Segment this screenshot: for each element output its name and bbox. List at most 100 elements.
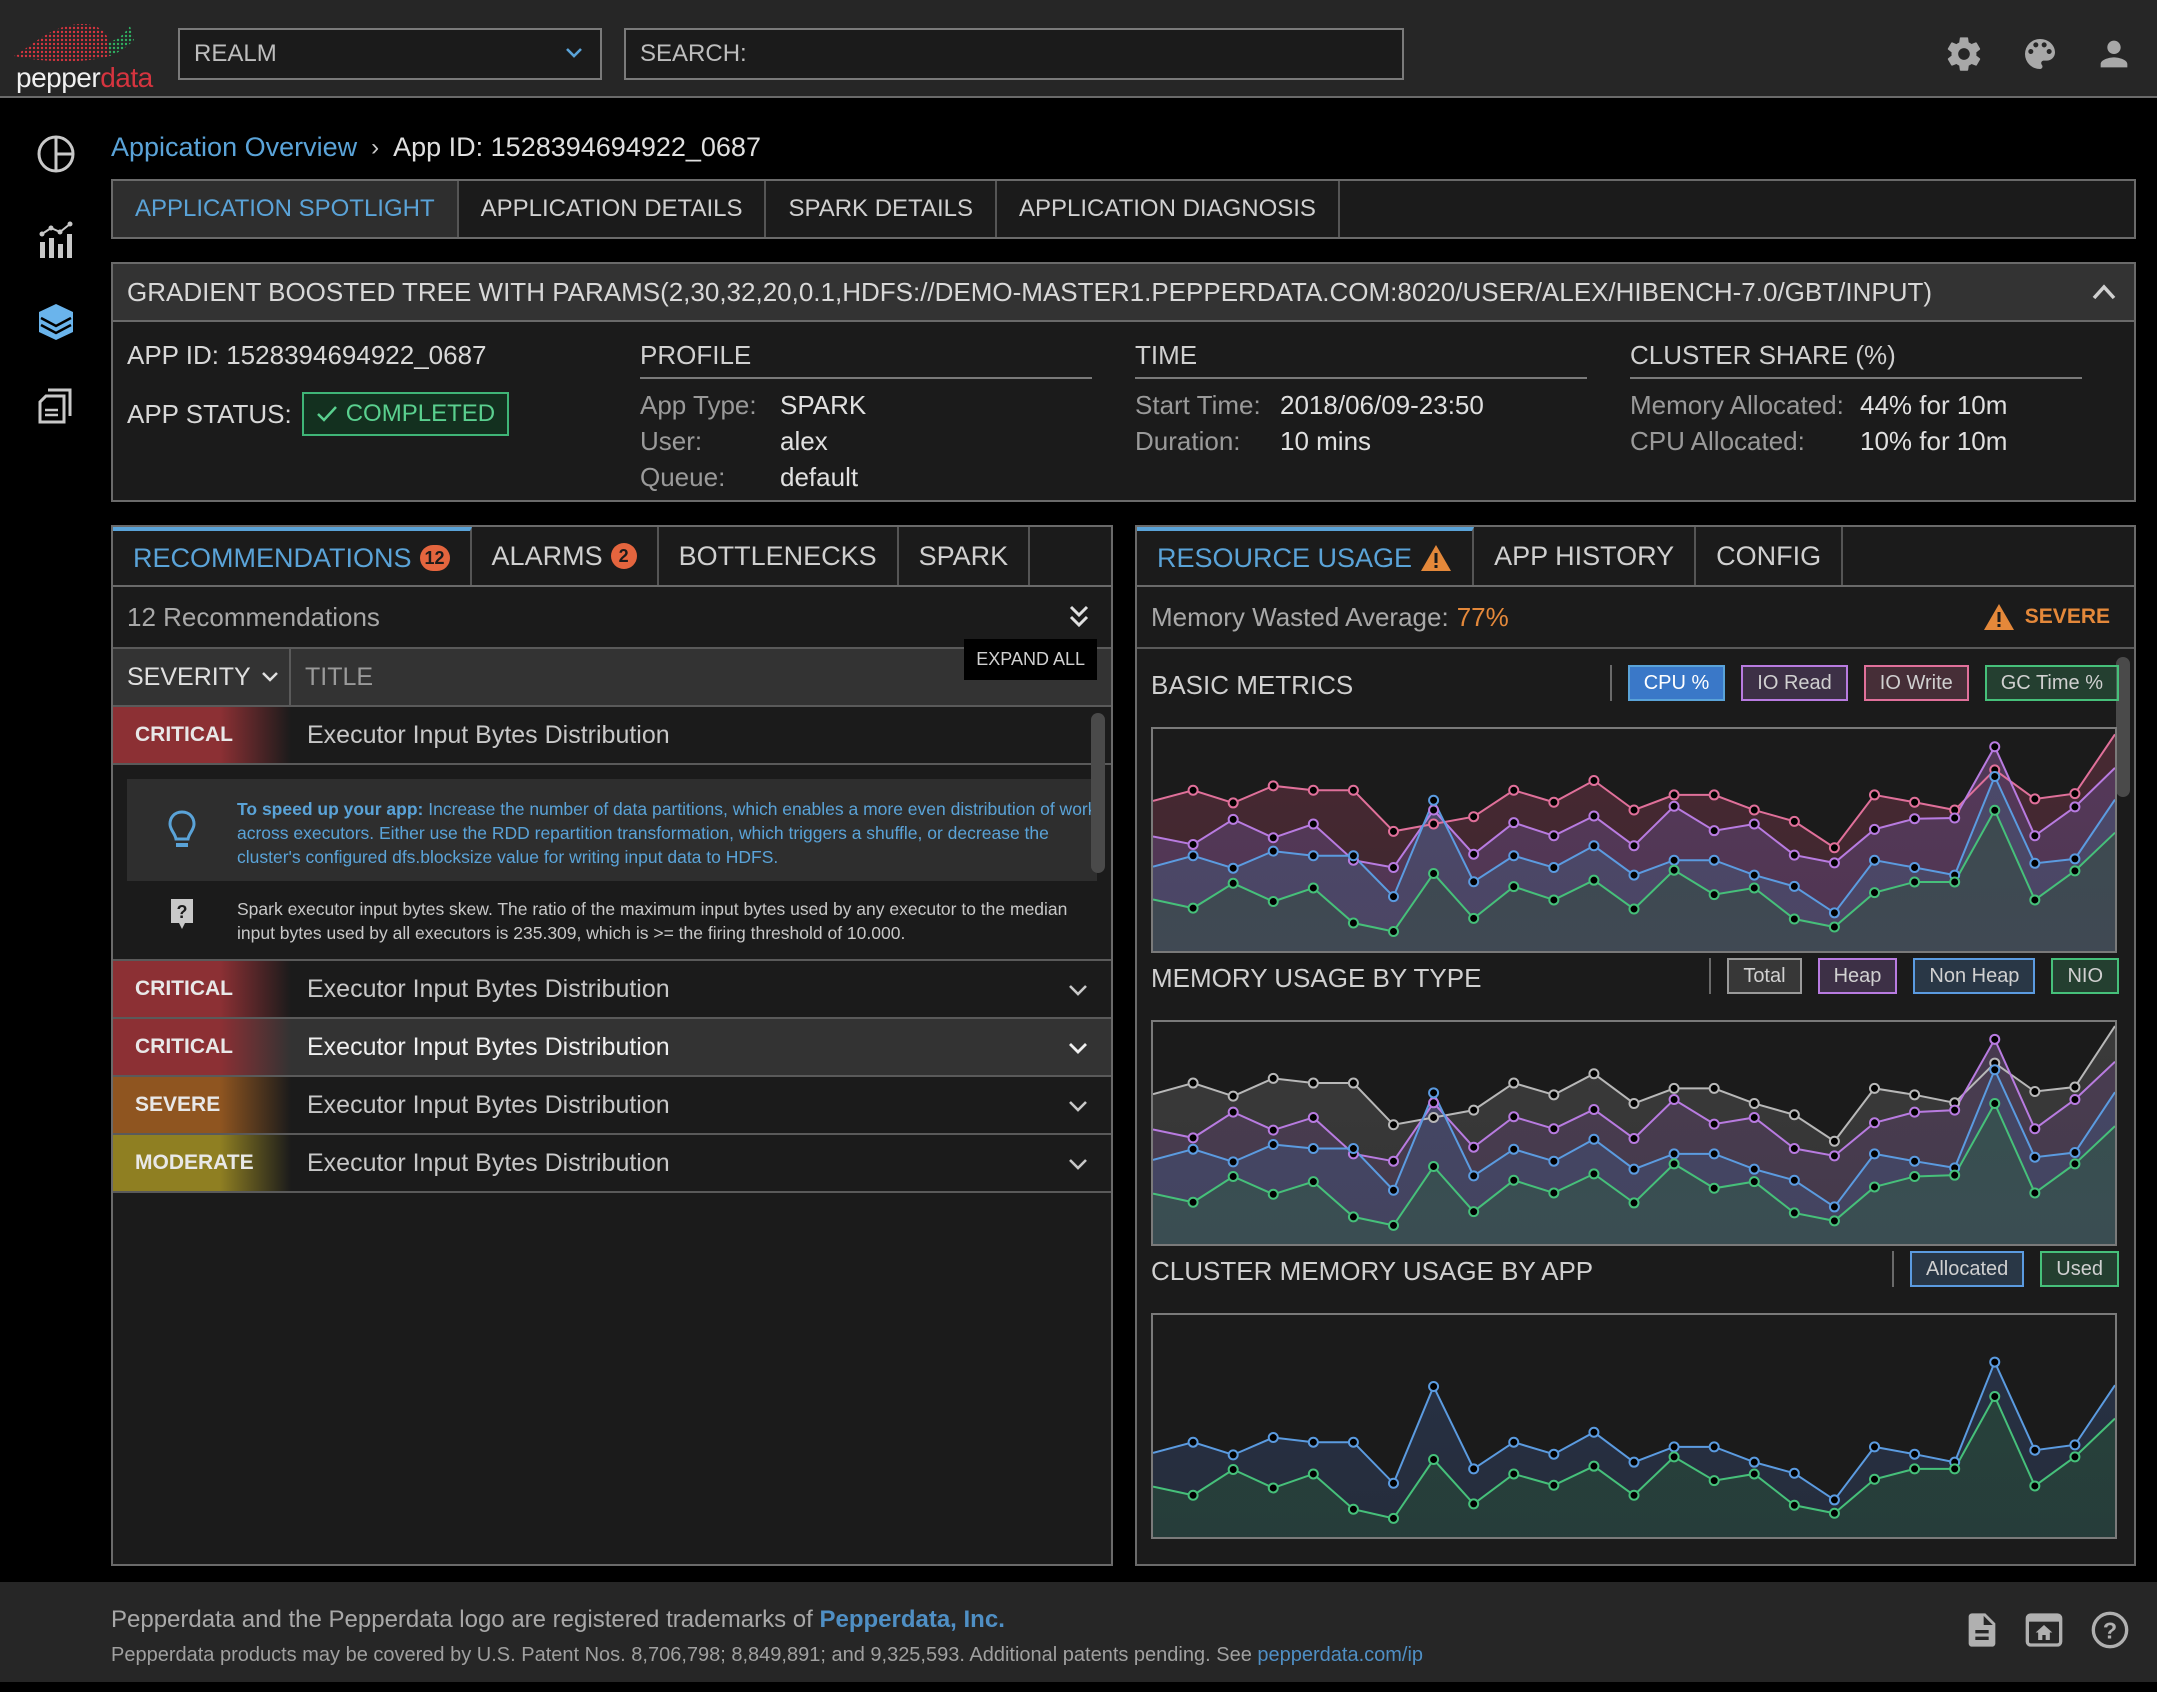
data-point[interactable] bbox=[1708, 825, 1720, 837]
data-point[interactable] bbox=[1588, 1426, 1600, 1438]
data-point[interactable] bbox=[1989, 804, 2001, 816]
chevron-down-icon[interactable] bbox=[1067, 1037, 1089, 1059]
pepperdata-logo[interactable]: pepperdata bbox=[12, 18, 162, 96]
documents-icon[interactable] bbox=[36, 386, 76, 426]
data-point[interactable] bbox=[1628, 1456, 1640, 1468]
legend-toggle-non-heap[interactable]: Non Heap bbox=[1913, 958, 2036, 994]
data-point[interactable] bbox=[1828, 1135, 1840, 1147]
data-point[interactable] bbox=[1508, 1174, 1520, 1186]
data-point[interactable] bbox=[1909, 876, 1921, 888]
data-point[interactable] bbox=[1828, 921, 1840, 933]
data-point[interactable] bbox=[1668, 1441, 1680, 1453]
data-point[interactable] bbox=[1227, 1464, 1239, 1476]
data-point[interactable] bbox=[1909, 1089, 1921, 1101]
data-point[interactable] bbox=[2029, 1187, 2041, 1199]
legend-toggle-used[interactable]: Used bbox=[2040, 1251, 2119, 1287]
data-point[interactable] bbox=[1548, 894, 1560, 906]
data-point[interactable] bbox=[1307, 1077, 1319, 1089]
data-point[interactable] bbox=[1628, 804, 1640, 816]
data-point[interactable] bbox=[1307, 1143, 1319, 1155]
data-point[interactable] bbox=[2029, 1444, 2041, 1456]
data-point[interactable] bbox=[2069, 1147, 2081, 1159]
data-point[interactable] bbox=[1508, 850, 1520, 862]
data-point[interactable] bbox=[1187, 838, 1199, 850]
data-point[interactable] bbox=[1909, 813, 1921, 825]
data-point[interactable] bbox=[1748, 1097, 1760, 1109]
data-point[interactable] bbox=[1267, 1482, 1279, 1494]
data-point[interactable] bbox=[1508, 1436, 1520, 1448]
chevron-down-icon[interactable] bbox=[1067, 1095, 1089, 1117]
data-point[interactable] bbox=[1949, 876, 1961, 888]
data-point[interactable] bbox=[1227, 862, 1239, 874]
recommendation-row[interactable]: SEVERE Executor Input Bytes Distribution bbox=[113, 1077, 1111, 1135]
data-point[interactable] bbox=[1428, 794, 1440, 806]
data-point[interactable] bbox=[1227, 1449, 1239, 1461]
data-point[interactable] bbox=[1708, 1082, 1720, 1094]
data-point[interactable] bbox=[1788, 1109, 1800, 1121]
tab-spark[interactable]: SPARK bbox=[899, 527, 1031, 585]
data-point[interactable] bbox=[1347, 784, 1359, 796]
data-point[interactable] bbox=[1588, 874, 1600, 886]
data-point[interactable] bbox=[1468, 1104, 1480, 1116]
recommendation-row[interactable]: MODERATE Executor Input Bytes Distributi… bbox=[113, 1135, 1111, 1193]
data-point[interactable] bbox=[1508, 1111, 1520, 1123]
data-point[interactable] bbox=[1588, 1460, 1600, 1472]
data-point[interactable] bbox=[1828, 1494, 1840, 1506]
data-point[interactable] bbox=[1708, 1148, 1720, 1160]
data-point[interactable] bbox=[1869, 854, 1880, 866]
severity-column-header[interactable]: SEVERITY bbox=[113, 649, 291, 705]
expand-all-icon[interactable] bbox=[1067, 603, 1091, 631]
tab-resource-usage[interactable]: RESOURCE USAGE bbox=[1137, 527, 1475, 585]
data-point[interactable] bbox=[2029, 830, 2041, 842]
data-point[interactable] bbox=[1267, 1139, 1279, 1151]
data-point[interactable] bbox=[1788, 913, 1800, 925]
data-point[interactable] bbox=[1227, 1156, 1239, 1168]
data-point[interactable] bbox=[1187, 1132, 1199, 1144]
legend-toggle-io-write[interactable]: IO Write bbox=[1863, 665, 1969, 701]
data-point[interactable] bbox=[1548, 862, 1560, 874]
data-point[interactable] bbox=[1668, 1082, 1680, 1094]
data-point[interactable] bbox=[1267, 845, 1279, 857]
data-point[interactable] bbox=[2069, 1439, 2081, 1451]
data-point[interactable] bbox=[1668, 864, 1680, 876]
data-point[interactable] bbox=[1347, 917, 1359, 929]
data-point[interactable] bbox=[2069, 1093, 2081, 1105]
app-summary-header[interactable]: GRADIENT BOOSTED TREE WITH PARAMS(2,30,3… bbox=[113, 264, 2134, 322]
data-point[interactable] bbox=[1267, 1432, 1279, 1444]
data-point[interactable] bbox=[1828, 1150, 1840, 1162]
layers-icon[interactable] bbox=[36, 302, 76, 342]
data-point[interactable] bbox=[1989, 1390, 2001, 1402]
data-point[interactable] bbox=[1267, 1072, 1279, 1084]
data-point[interactable] bbox=[1748, 882, 1760, 894]
data-point[interactable] bbox=[1187, 784, 1199, 796]
data-point[interactable] bbox=[1548, 830, 1560, 842]
data-point[interactable] bbox=[1468, 811, 1480, 823]
data-point[interactable] bbox=[1668, 1451, 1680, 1463]
data-point[interactable] bbox=[1949, 1104, 1961, 1116]
chevron-down-icon[interactable] bbox=[1067, 979, 1089, 1001]
data-point[interactable] bbox=[1788, 880, 1800, 892]
data-point[interactable] bbox=[1628, 869, 1640, 881]
data-point[interactable] bbox=[1307, 784, 1319, 796]
legend-toggle-gc-time[interactable]: GC Time % bbox=[1984, 665, 2119, 701]
data-point[interactable] bbox=[1428, 1097, 1440, 1109]
data-point[interactable] bbox=[2029, 793, 2041, 805]
data-point[interactable] bbox=[1187, 850, 1199, 862]
data-point[interactable] bbox=[1187, 1489, 1199, 1501]
data-point[interactable] bbox=[1227, 1090, 1239, 1102]
data-point[interactable] bbox=[1869, 887, 1880, 899]
data-point[interactable] bbox=[1668, 800, 1680, 812]
data-point[interactable] bbox=[1347, 1436, 1359, 1448]
chevron-up-icon[interactable] bbox=[2090, 280, 2118, 304]
legend-toggle-cpu[interactable]: CPU % bbox=[1627, 665, 1726, 701]
document-icon[interactable] bbox=[1962, 1610, 2002, 1650]
data-point[interactable] bbox=[1468, 1206, 1480, 1218]
data-point[interactable] bbox=[1788, 1207, 1800, 1219]
data-point[interactable] bbox=[1307, 1468, 1319, 1480]
data-point[interactable] bbox=[1267, 1124, 1279, 1136]
search-input[interactable] bbox=[640, 40, 1402, 68]
data-point[interactable] bbox=[1227, 797, 1239, 809]
data-point[interactable] bbox=[1949, 812, 1961, 824]
data-point[interactable] bbox=[1788, 849, 1800, 861]
data-point[interactable] bbox=[2029, 1123, 2041, 1135]
